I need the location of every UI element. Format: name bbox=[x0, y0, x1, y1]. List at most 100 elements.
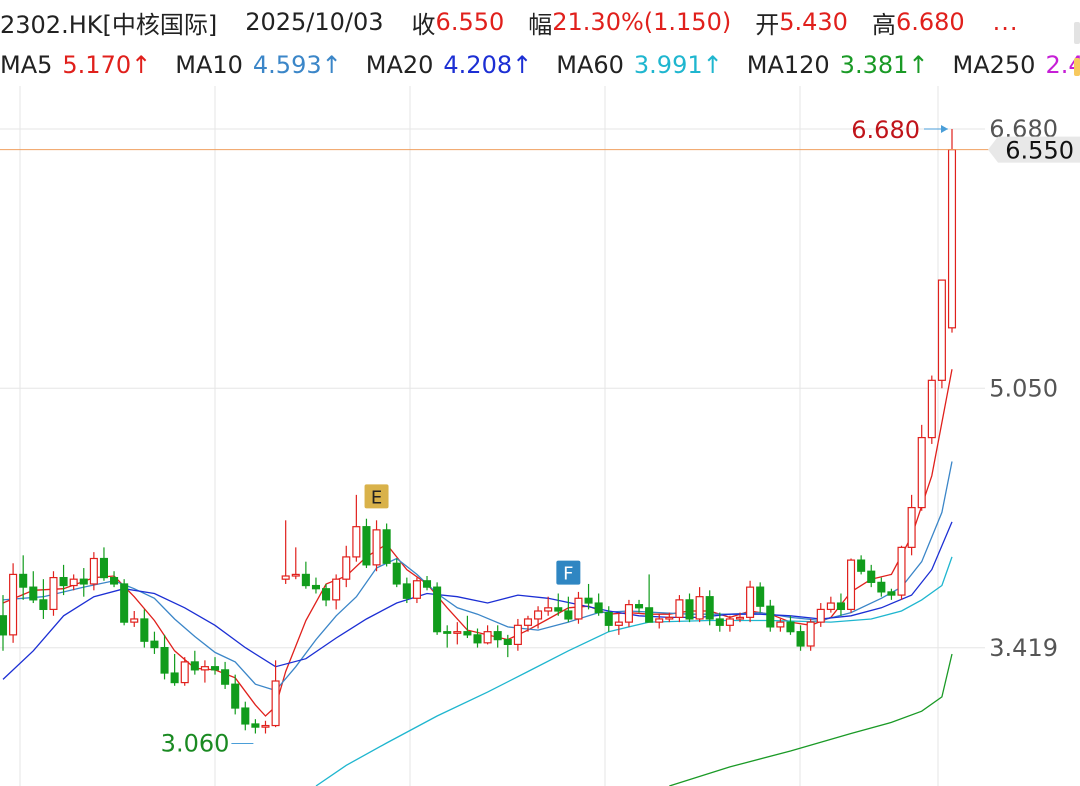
more-icon[interactable]: ... bbox=[993, 8, 1019, 36]
candle-body bbox=[392, 562, 401, 585]
candle-body bbox=[9, 573, 18, 636]
candle-body bbox=[473, 634, 482, 644]
candlestick-chart[interactable]: 6.6805.0503.4196.5506.6803.060EF bbox=[0, 86, 1080, 786]
candle-body bbox=[261, 724, 270, 728]
candle bbox=[372, 520, 381, 572]
indicator-icon[interactable] bbox=[1074, 58, 1080, 76]
candle bbox=[725, 615, 734, 632]
candle-body bbox=[665, 616, 674, 620]
candle bbox=[160, 634, 169, 680]
candle-body bbox=[493, 631, 502, 641]
candle-body bbox=[160, 646, 169, 674]
candle-body bbox=[826, 602, 835, 611]
candle-body bbox=[311, 584, 321, 590]
candle-body bbox=[523, 618, 533, 626]
candle-body bbox=[907, 506, 916, 548]
candle bbox=[594, 593, 603, 616]
close-value: 6.550 bbox=[435, 8, 505, 36]
candle bbox=[695, 587, 704, 623]
candle-body bbox=[614, 621, 623, 626]
candle bbox=[120, 579, 129, 626]
candle bbox=[110, 571, 119, 588]
candle-body bbox=[372, 529, 381, 566]
candle bbox=[826, 596, 835, 613]
candle bbox=[746, 580, 755, 623]
candle-body bbox=[69, 578, 78, 587]
candle-body bbox=[281, 575, 290, 580]
candle bbox=[847, 558, 856, 613]
candle-body bbox=[19, 573, 28, 588]
candle bbox=[0, 595, 8, 651]
candle-body bbox=[200, 666, 209, 671]
event-badge-label: E bbox=[371, 487, 382, 508]
candle bbox=[39, 579, 48, 619]
candle-body bbox=[705, 596, 714, 620]
candle-body bbox=[79, 578, 88, 585]
panel-toggle-icon[interactable] bbox=[1074, 22, 1080, 44]
candle bbox=[796, 625, 805, 651]
candle-body bbox=[917, 436, 926, 509]
candle-body bbox=[634, 604, 644, 609]
candle bbox=[806, 618, 815, 651]
ma-line-ma5 bbox=[2, 369, 953, 717]
candle-body bbox=[927, 379, 936, 439]
candle-body bbox=[503, 639, 512, 646]
candle-body bbox=[402, 583, 411, 599]
candle bbox=[634, 599, 644, 613]
candle bbox=[412, 577, 421, 604]
candle-body bbox=[735, 616, 745, 620]
candle-body bbox=[786, 621, 795, 633]
candle bbox=[927, 375, 936, 444]
candle-body bbox=[190, 661, 199, 671]
candle-body bbox=[564, 610, 573, 620]
candle-body bbox=[322, 588, 331, 601]
candle bbox=[342, 545, 351, 588]
low-annotation: 3.060 bbox=[161, 730, 230, 758]
candle-body bbox=[534, 610, 543, 620]
event-badge-f[interactable]: F bbox=[556, 560, 581, 585]
event-badge-e[interactable]: E bbox=[364, 484, 389, 509]
ma120-label: MA120 bbox=[746, 51, 830, 79]
ma-line-ma60 bbox=[315, 556, 953, 786]
candle bbox=[382, 523, 391, 567]
candle-body bbox=[382, 529, 391, 564]
candle-body bbox=[352, 526, 361, 558]
candle bbox=[917, 424, 926, 511]
candle-body bbox=[120, 583, 129, 623]
candle bbox=[221, 661, 230, 689]
candle bbox=[937, 279, 946, 389]
stock-name[interactable]: 2302.HK[中核国际] bbox=[0, 5, 217, 40]
candle-body bbox=[0, 615, 8, 636]
candle-body bbox=[897, 546, 906, 596]
candle-body bbox=[574, 597, 583, 620]
candle-body bbox=[89, 557, 98, 585]
high-label: 高 bbox=[871, 10, 896, 39]
candle-body bbox=[715, 618, 724, 626]
candle-body bbox=[422, 580, 432, 588]
candle bbox=[624, 599, 633, 627]
candle bbox=[190, 650, 199, 675]
candle-body bbox=[857, 559, 866, 572]
candle-body bbox=[513, 624, 522, 646]
candle bbox=[150, 631, 159, 654]
candle bbox=[261, 720, 270, 734]
candle bbox=[59, 564, 68, 596]
candle-body bbox=[110, 576, 119, 585]
ma20-label: MA20 bbox=[365, 51, 434, 79]
candle-body bbox=[847, 559, 856, 611]
candle-body bbox=[99, 557, 108, 579]
candle bbox=[675, 595, 684, 623]
candle bbox=[887, 588, 896, 600]
candle-body bbox=[544, 607, 553, 612]
candle bbox=[867, 564, 876, 588]
candle bbox=[816, 603, 825, 627]
candle bbox=[29, 571, 38, 604]
candle bbox=[544, 596, 553, 616]
candle-body bbox=[554, 607, 563, 612]
candle-body bbox=[210, 666, 220, 671]
candle-body bbox=[301, 573, 310, 587]
candle-body bbox=[463, 631, 472, 636]
candle-body bbox=[170, 672, 179, 684]
candle-body bbox=[836, 602, 845, 611]
ma20-value: 4.208↑ bbox=[443, 51, 533, 79]
